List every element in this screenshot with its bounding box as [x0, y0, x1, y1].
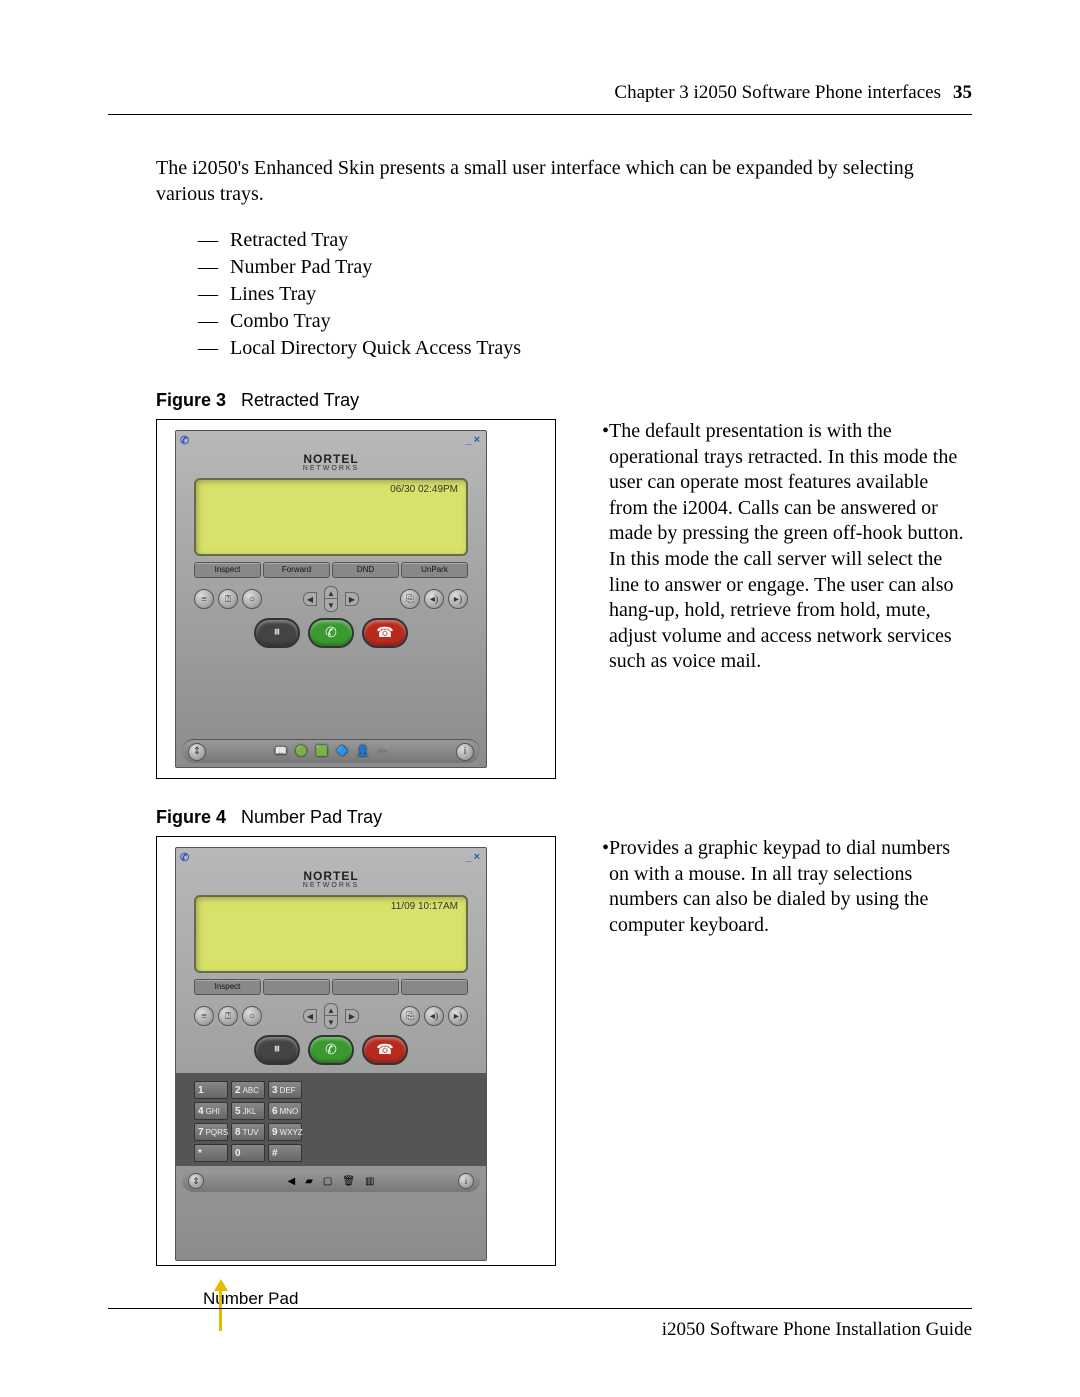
services-button[interactable]: ≡ — [194, 1006, 214, 1026]
tray-info-button[interactable]: i — [456, 743, 474, 761]
keypad-7[interactable]: 7PQRS — [194, 1123, 228, 1141]
keypad-0[interactable]: 0 — [231, 1144, 265, 1162]
softkey-blank[interactable] — [401, 979, 468, 995]
lcd-display: 06/30 02:49PM — [194, 478, 468, 556]
softphone-retracted: ✆ _ × NORTEL NETWORKS 06/30 02:49PM Insp… — [175, 430, 487, 768]
tray-info-button[interactable]: i — [458, 1173, 474, 1189]
app-icon[interactable]: ✆ — [180, 851, 189, 864]
hold-button[interactable]: ⏸ — [254, 618, 300, 648]
figure4-image: ✆ _ × NORTEL NETWORKS 11/09 10:17AM Insp… — [156, 836, 556, 1266]
directory-button[interactable]: ○ — [242, 589, 262, 609]
list-item: Local Directory Quick Access Trays — [230, 335, 521, 362]
keypad-3[interactable]: 3DEF — [268, 1081, 302, 1099]
keypad-hash[interactable]: # — [268, 1144, 302, 1162]
tray-icon[interactable]: 🔷 — [336, 746, 348, 757]
volume-down-button[interactable]: ◂) — [424, 1006, 444, 1026]
answer-button[interactable]: ✆ — [308, 618, 354, 648]
softkey-blank[interactable] — [263, 979, 330, 995]
hold-button[interactable]: ⏸ — [254, 1035, 300, 1065]
keypad-2[interactable]: 2ABC — [231, 1081, 265, 1099]
volume-down-button[interactable]: ◂) — [424, 589, 444, 609]
lcd-datetime: 11/09 10:17AM — [391, 901, 458, 912]
services-button[interactable]: ≡ — [194, 589, 214, 609]
answer-button[interactable]: ✆ — [308, 1035, 354, 1065]
keypad-1[interactable]: 1 — [194, 1081, 228, 1099]
tray-icon[interactable]: ▥ — [365, 1176, 374, 1187]
hangup-button[interactable]: ☎ — [362, 1035, 408, 1065]
figure4-caption: Figure 4 Number Pad Tray — [156, 807, 972, 828]
lcd-datetime: 06/30 02:49PM — [390, 484, 458, 495]
list-item: Number Pad Tray — [230, 254, 372, 281]
minimize-button[interactable]: _ — [465, 851, 473, 863]
tray-icon[interactable]: 🟢 — [295, 746, 307, 757]
number-pad-tray: 1 2ABC 3DEF 4GHI 5JKL 6MNO 7PQRS 8TUV 9W… — [176, 1073, 486, 1166]
chapter-title: Chapter 3 i2050 Software Phone interface… — [614, 82, 941, 104]
tray-selector-bar: ⇕ 📖 🟢 🟩 🔷 👤 ⋯ i — [182, 739, 480, 763]
close-button[interactable]: × — [474, 434, 482, 446]
copy-button[interactable]: ⎘ — [400, 1006, 420, 1026]
softkey-inspect[interactable]: Inspect — [194, 979, 261, 995]
brand-logo: NORTEL NETWORKS — [176, 449, 486, 474]
directory-button[interactable]: ○ — [242, 1006, 262, 1026]
close-button[interactable]: × — [474, 851, 482, 863]
list-item: Combo Tray — [230, 308, 331, 335]
lcd-display: 11/09 10:17AM — [194, 895, 468, 973]
tray-expand-button[interactable]: ⇕ — [188, 1173, 204, 1189]
copy-button[interactable]: ⎘ — [400, 589, 420, 609]
nav-dpad[interactable]: ◀▶ ▲▼ — [303, 586, 359, 612]
keypad-9[interactable]: 9WXYZ — [268, 1123, 302, 1141]
keypad-star[interactable]: * — [194, 1144, 228, 1162]
figure3-description: •The default presentation is with the op… — [602, 419, 972, 675]
figure3-image: ✆ _ × NORTEL NETWORKS 06/30 02:49PM Insp… — [156, 419, 556, 779]
nav-dpad[interactable]: ◀▶ ▲▼ — [303, 1003, 359, 1029]
softkey-row: Inspect Forward DND UnPark — [194, 562, 468, 578]
figure3-caption: Figure 3 Retracted Tray — [156, 390, 972, 411]
intro-paragraph: The i2050's Enhanced Skin presents a sma… — [156, 155, 972, 207]
softkey-row: Inspect — [194, 979, 468, 995]
page-number: 35 — [953, 82, 972, 104]
tray-left-button[interactable]: ⇕ — [188, 743, 206, 761]
tray-icon[interactable]: 🟩 — [316, 746, 328, 757]
tray-icon[interactable]: ◀ — [287, 1176, 295, 1187]
softkey-inspect[interactable]: Inspect — [194, 562, 261, 578]
softphone-numberpad: ✆ _ × NORTEL NETWORKS 11/09 10:17AM Insp… — [175, 847, 487, 1261]
list-item: Retracted Tray — [230, 227, 348, 254]
tray-list: —Retracted Tray —Number Pad Tray —Lines … — [198, 227, 972, 362]
tray-icon[interactable]: ▰ — [305, 1176, 313, 1187]
keypad-6[interactable]: 6MNO — [268, 1102, 302, 1120]
page-footer: i2050 Software Phone Installation Guide — [108, 1308, 972, 1341]
page-header: Chapter 3 i2050 Software Phone interface… — [108, 82, 972, 115]
hangup-button[interactable]: ☎ — [362, 618, 408, 648]
figure4-description: •Provides a graphic keypad to dial numbe… — [602, 836, 972, 938]
inbox-button[interactable]: ⍰ — [218, 589, 238, 609]
app-icon[interactable]: ✆ — [180, 434, 189, 447]
softkey-blank[interactable] — [332, 979, 399, 995]
inbox-button[interactable]: ⍰ — [218, 1006, 238, 1026]
brand-logo: NORTEL NETWORKS — [176, 866, 486, 891]
softkey-unpark[interactable]: UnPark — [401, 562, 468, 578]
volume-up-button[interactable]: ▸) — [448, 589, 468, 609]
keypad-5[interactable]: 5JKL — [231, 1102, 265, 1120]
minimize-button[interactable]: _ — [465, 434, 473, 446]
volume-up-button[interactable]: ▸) — [448, 1006, 468, 1026]
bottom-tray-bar: ⇕ ◀ ▰ ▢ 🗑 ▥ i — [182, 1170, 480, 1192]
softkey-dnd[interactable]: DND — [332, 562, 399, 578]
tray-icon[interactable]: 🗑 — [342, 1176, 355, 1187]
callout-label: Number Pad — [203, 1289, 555, 1309]
softkey-forward[interactable]: Forward — [263, 562, 330, 578]
tray-icon[interactable]: 👤 — [357, 746, 369, 757]
keypad-8[interactable]: 8TUV — [231, 1123, 265, 1141]
tray-icon[interactable]: ⋯ — [377, 746, 387, 757]
keypad-4[interactable]: 4GHI — [194, 1102, 228, 1120]
tray-icon[interactable]: ▢ — [323, 1176, 332, 1187]
tray-icon[interactable]: 📖 — [275, 746, 287, 757]
list-item: Lines Tray — [230, 281, 316, 308]
